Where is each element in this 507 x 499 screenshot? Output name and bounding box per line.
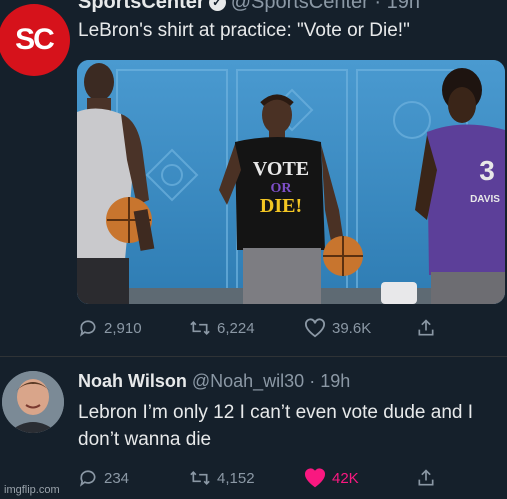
shirt-text-vote: VOTE (253, 158, 309, 180)
tweet1-retweet-button[interactable]: 6,224 (189, 318, 255, 338)
tweet1-retweet-count: 6,224 (217, 319, 255, 337)
tweet1-share-button[interactable] (416, 318, 442, 338)
tweet2-reply-count: 234 (104, 469, 130, 487)
noah-wilson-avatar[interactable] (2, 371, 64, 433)
tweet2-text: Lebron I’m only 12 I can’t even vote dud… (78, 402, 474, 450)
shirt-text-or: OR (271, 181, 293, 196)
tweet1-like-count: 39.6K (332, 319, 372, 337)
tweet1-photo[interactable]: VOTE OR DIE! 3 DAVIS (77, 60, 505, 304)
tweet2-header: Noah Wilson @Noah_wil30 · 19h (78, 371, 350, 392)
tweet1-reply-count: 2,910 (104, 319, 142, 337)
tweet2-handle-time[interactable]: @Noah_wil30 · 19h (192, 371, 350, 391)
tweet1-author-name[interactable]: SportsCenter (78, 0, 205, 13)
shirt-text-die: DIE! (260, 195, 302, 217)
jersey-name: DAVIS (470, 194, 500, 205)
tweet2-author-name[interactable]: Noah Wilson (78, 371, 187, 391)
tweet2-retweet-count: 4,152 (217, 469, 255, 487)
tweet2-share-button[interactable] (416, 468, 442, 488)
tweet2-like-count: 42K (332, 469, 359, 487)
tweet1-like-button[interactable]: 39.6K (304, 318, 371, 338)
avatar-photo (2, 371, 64, 433)
tweet2-reply-button[interactable]: 234 (78, 468, 129, 488)
sportscenter-avatar[interactable]: SC (0, 4, 70, 76)
practice-photo-illustration: VOTE OR DIE! 3 DAVIS (77, 60, 505, 304)
reply-icon (79, 470, 96, 487)
retweet-icon (190, 470, 210, 486)
jersey-number: 3 (479, 155, 495, 186)
like-icon (305, 468, 325, 488)
tweet1-handle-time[interactable]: @SportsCenter · 19h (231, 0, 420, 13)
sportscenter-logo: SC (15, 23, 55, 56)
reply-icon (79, 320, 96, 337)
tweet2-like-button[interactable]: 42K (304, 468, 359, 488)
share-icon (418, 469, 434, 486)
tweet2-retweet-button[interactable]: 4,152 (189, 468, 255, 488)
verified-badge-icon: ✓ (208, 0, 226, 11)
retweet-icon (190, 320, 210, 336)
tweet1-text: LeBron's shirt at practice: "Vote or Die… (78, 20, 410, 41)
tweet1-header: SportsCenter ✓ @SportsCenter · 19h (78, 0, 420, 14)
like-icon (305, 318, 325, 338)
tweet1-reply-button[interactable]: 2,910 (78, 318, 142, 338)
tweet-divider (0, 356, 507, 357)
imgflip-watermark: imgflip.com (4, 484, 60, 496)
share-icon (418, 319, 434, 336)
